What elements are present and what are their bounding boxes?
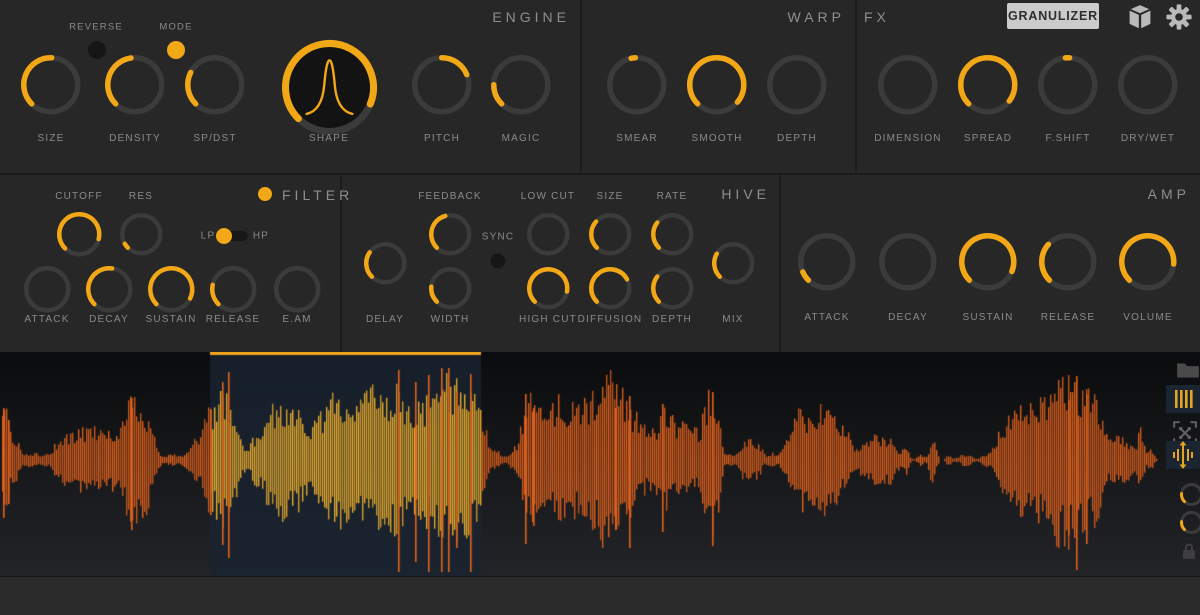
wave-stretch-tool[interactable] bbox=[1166, 441, 1200, 469]
sync-indicator-dot[interactable] bbox=[491, 254, 506, 269]
divider bbox=[580, 0, 582, 173]
settings-gear-icon[interactable] bbox=[1165, 3, 1193, 36]
amp-section-title: AMP bbox=[1148, 186, 1190, 202]
lp-hp-toggle-thumb[interactable] bbox=[216, 228, 232, 244]
hp-label: HP bbox=[253, 231, 269, 242]
sync-label: SYNC bbox=[482, 232, 515, 243]
divider bbox=[779, 175, 781, 352]
folder-icon[interactable] bbox=[1176, 361, 1200, 384]
filter-section-title: FILTER bbox=[282, 187, 353, 203]
mode-toggle-label: MODE bbox=[159, 22, 192, 33]
granulizer-plugin-window: ENGINE REVERSE MODE SIZE DENSITY SP/DST … bbox=[0, 0, 1200, 615]
divider bbox=[0, 173, 1200, 175]
granulizer-tab-button[interactable]: GRANULIZER bbox=[1007, 3, 1099, 29]
fx-section-title: FX bbox=[864, 9, 890, 25]
engine-section-title: ENGINE bbox=[492, 9, 570, 25]
warp-section-title: WARP bbox=[788, 9, 845, 25]
footer-bar: Mix: 32.5% Lost In Space Reverse Loop Qu… bbox=[0, 576, 1200, 615]
grain-lines-tool[interactable] bbox=[1166, 385, 1200, 413]
preset-box-icon[interactable] bbox=[1124, 4, 1156, 35]
lp-label: LP bbox=[201, 231, 216, 242]
waveform-canvas[interactable] bbox=[0, 352, 1200, 576]
reverse-toggle-label: REVERSE bbox=[69, 22, 123, 33]
waveform-display[interactable] bbox=[0, 352, 1200, 576]
divider bbox=[855, 0, 857, 173]
lock-icon[interactable] bbox=[1180, 542, 1198, 565]
filter-enable-dot[interactable] bbox=[258, 187, 272, 201]
lp-hp-toggle[interactable] bbox=[219, 231, 248, 241]
